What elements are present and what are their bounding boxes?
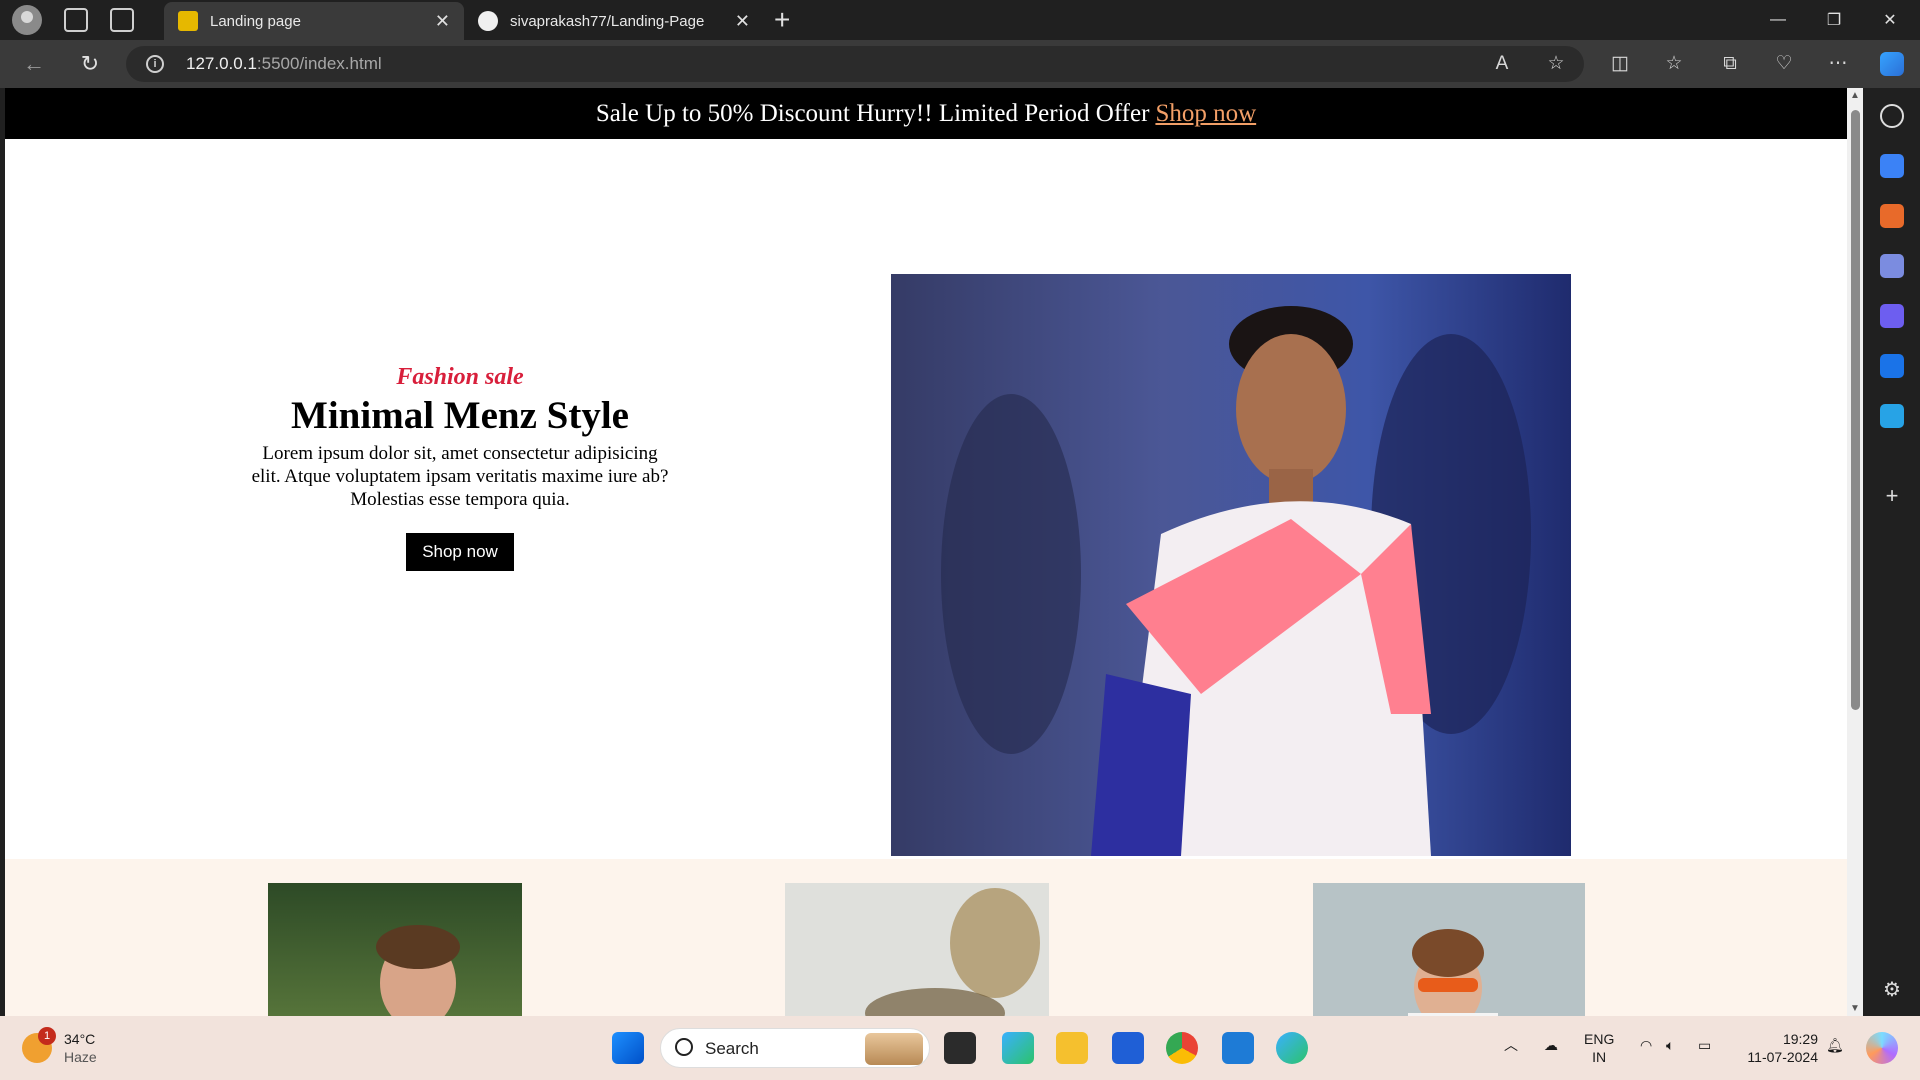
chrome-icon[interactable] <box>1166 1032 1198 1064</box>
product-image-3 <box>1313 883 1585 1016</box>
site-favicon-icon <box>178 11 198 31</box>
weather-badge: 1 <box>38 1027 56 1045</box>
edge-sidebar: + ⚙ <box>1863 88 1920 1016</box>
notification-icon[interactable]: 🔔︎ <box>1826 1036 1844 1054</box>
favorite-star-icon[interactable]: ☆ <box>1544 52 1568 76</box>
hero-section: Fashion sale Minimal Menz Style Lorem ip… <box>5 139 1847 859</box>
search-highlight-image <box>865 1033 923 1065</box>
weather-condition: Haze <box>64 1049 97 1065</box>
promo-text: Sale Up to 50% Discount Hurry!! Limited … <box>595 99 1150 127</box>
promo-shop-link[interactable]: Shop now <box>1155 100 1256 128</box>
store-icon[interactable] <box>1112 1032 1144 1064</box>
profile-avatar[interactable] <box>12 5 42 35</box>
search-icon <box>675 1038 693 1056</box>
promo-banner: Sale Up to 50% Discount Hurry!! Limited … <box>5 88 1847 139</box>
language-indicator[interactable]: ENG IN <box>1584 1030 1614 1066</box>
sidebar-outlook-icon[interactable] <box>1880 354 1904 378</box>
sidebar-send-icon[interactable] <box>1880 404 1904 428</box>
minimize-button[interactable]: — <box>1750 0 1806 40</box>
sidebar-search-icon[interactable] <box>1880 104 1904 128</box>
sidebar-copilot-icon[interactable] <box>1880 304 1904 328</box>
tray-chevron-icon[interactable]: ︿ <box>1504 1036 1518 1054</box>
collections-icon[interactable]: ⧉ <box>1718 52 1742 76</box>
product-photo-3 <box>1408 929 1498 1016</box>
url-host: 127.0.0.1 <box>186 54 257 73</box>
restore-button[interactable]: ❐ <box>1806 0 1862 40</box>
battery-icon[interactable]: ▭ <box>1698 1036 1711 1054</box>
split-screen-icon[interactable]: ◫ <box>1608 52 1632 76</box>
sidebar-games-icon[interactable] <box>1880 254 1904 278</box>
product-image-1 <box>268 883 522 1016</box>
taskbar-search[interactable]: Search <box>660 1028 930 1068</box>
close-window-button[interactable]: ✕ <box>1862 0 1918 40</box>
weather-icon: 1 <box>22 1027 56 1063</box>
edge-icon[interactable] <box>1002 1032 1034 1064</box>
sidebar-tools-icon[interactable] <box>1880 204 1904 228</box>
clock[interactable]: 19:29 11-07-2024 <box>1738 1030 1818 1066</box>
edge-dev-icon[interactable] <box>1276 1032 1308 1064</box>
close-tab-icon[interactable]: ✕ <box>435 11 450 32</box>
hero-shop-button[interactable]: Shop now <box>406 533 514 571</box>
hero-model-image <box>891 274 1571 856</box>
product-photo-1 <box>376 925 460 1016</box>
wifi-icon[interactable]: ◠ <box>1640 1036 1652 1054</box>
sidebar-add-icon[interactable]: + <box>1880 484 1904 508</box>
weather-temp: 34°C <box>64 1031 96 1047</box>
browser-essentials-icon[interactable]: ♡ <box>1772 52 1796 76</box>
scroll-down-icon[interactable]: ▼ <box>1850 1003 1860 1014</box>
refresh-button[interactable]: ↻ <box>74 48 106 80</box>
windows-taskbar: 1 34°C Haze Search ︿ ☁ ENG IN ◠ 🔈︎ ▭ 19:… <box>0 1016 1920 1080</box>
hero-title: Minimal Menz Style <box>291 394 629 437</box>
github-icon <box>478 11 498 31</box>
hero-text-block: Fashion sale Minimal Menz Style Lorem ip… <box>250 364 670 571</box>
tab-landing-page[interactable]: Landing page ✕ <box>164 2 464 40</box>
browser-window: Landing page ✕ sivaprakash77/Landing-Pag… <box>0 0 1920 1080</box>
start-button[interactable] <box>612 1032 644 1064</box>
sidebar-shopping-icon[interactable] <box>1880 154 1904 178</box>
more-options-icon[interactable]: ⋯ <box>1826 52 1850 76</box>
close-tab-icon[interactable]: ✕ <box>735 11 750 32</box>
read-aloud-icon[interactable]: A <box>1490 52 1514 76</box>
page-scrollbar[interactable]: ▲ ▼ <box>1847 88 1863 1016</box>
weather-text: 34°C Haze <box>64 1030 97 1066</box>
hero-description: Lorem ipsum dolor sit, amet consectetur … <box>251 443 669 510</box>
language-line1: ENG <box>1584 1031 1615 1047</box>
task-view-icon[interactable] <box>944 1032 976 1064</box>
product-photo-2 <box>865 888 1040 1016</box>
favorites-icon[interactable]: ☆ <box>1662 52 1686 76</box>
file-explorer-icon[interactable] <box>1056 1032 1088 1064</box>
weather-widget[interactable]: 1 34°C Haze <box>22 1027 97 1066</box>
new-tab-button[interactable]: + <box>774 4 790 36</box>
language-line2: IN <box>1592 1049 1607 1065</box>
page-viewport: Sale Up to 50% Discount Hurry!! Limited … <box>5 88 1847 1016</box>
copilot-taskbar-icon[interactable] <box>1866 1032 1898 1064</box>
tab-github[interactable]: sivaprakash77/Landing-Page ✕ <box>464 2 764 40</box>
url-path: :5500/index.html <box>256 54 382 73</box>
back-button[interactable]: ← <box>18 48 50 80</box>
tab-bar: Landing page ✕ sivaprakash77/Landing-Pag… <box>0 0 1920 40</box>
vscode-icon[interactable] <box>1222 1032 1254 1064</box>
onedrive-icon[interactable]: ☁ <box>1544 1036 1558 1054</box>
scroll-up-icon[interactable]: ▲ <box>1850 90 1860 101</box>
tab-title: sivaprakash77/Landing-Page <box>510 12 705 30</box>
url-text: 127.0.0.1:5500/index.html <box>186 54 382 74</box>
hero-photo-illustration <box>941 306 1531 856</box>
tab-actions-icon[interactable] <box>110 8 134 32</box>
clock-time: 19:29 <box>1782 1031 1818 1047</box>
address-bar-row: ← ↻ i 127.0.0.1:5500/index.html A ☆ ◫ ☆ … <box>0 40 1920 88</box>
copilot-icon[interactable] <box>1880 52 1904 76</box>
products-section <box>5 859 1847 1016</box>
address-field[interactable]: i 127.0.0.1:5500/index.html A ☆ <box>126 46 1584 82</box>
scrollbar-thumb[interactable] <box>1851 110 1860 710</box>
workspaces-icon[interactable] <box>64 8 88 32</box>
site-info-icon[interactable]: i <box>146 55 164 73</box>
clock-date: 11-07-2024 <box>1747 1049 1818 1065</box>
hero-subtitle: Fashion sale <box>396 364 524 390</box>
tab-title: Landing page <box>210 12 301 30</box>
product-image-2 <box>785 883 1049 1016</box>
sidebar-settings-icon[interactable]: ⚙ <box>1880 978 1904 1002</box>
volume-icon[interactable]: 🔈︎ <box>1666 1036 1674 1054</box>
search-label: Search <box>705 1039 759 1058</box>
